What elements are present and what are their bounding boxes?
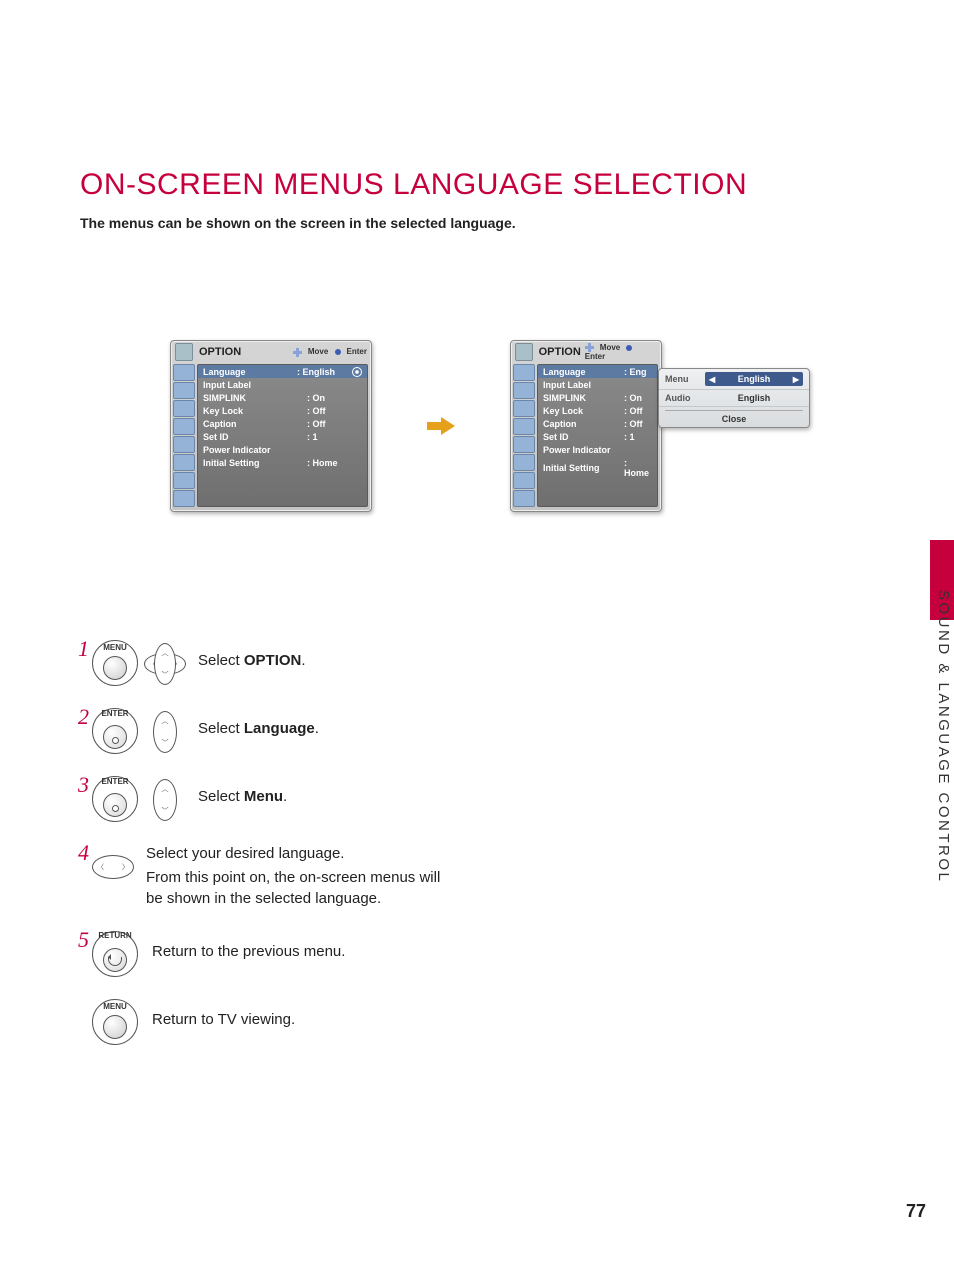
- step-text: Return to TV viewing.: [152, 999, 295, 1028]
- dpad-updown-icon: ︿﹀: [144, 709, 184, 753]
- osd-option-menu-after: OPTION Move Enter Language: Eng Input La…: [510, 340, 662, 512]
- menu-button-icon: MENU: [92, 999, 138, 1045]
- step-text: Select your desired language. From this …: [146, 844, 446, 909]
- enter-button-icon: ENTER: [92, 776, 138, 822]
- menu-button-icon: MENU: [92, 640, 138, 686]
- step-text: Return to the previous menu.: [152, 931, 345, 960]
- intro-text: The menus can be shown on the screen in …: [80, 215, 516, 231]
- submenu-value-pill[interactable]: ◀ English ▶: [705, 372, 803, 386]
- osd-hints: Move Enter: [289, 347, 367, 356]
- osd-option-menu-before: OPTION Move Enter Language: English Inpu…: [170, 340, 372, 512]
- step-4: 4 〈〉 Select your desired language. From …: [78, 844, 854, 909]
- osd-row-language[interactable]: Language: English: [198, 365, 367, 378]
- osd-row-language[interactable]: Language: Eng: [538, 365, 657, 378]
- step-1: 1 MENU 〈〉 ︿﹀ Select OPTION.: [78, 640, 854, 686]
- step-text: Select Language.: [198, 708, 319, 737]
- osd-list: Language: Eng Input Label SIMPLINK: On K…: [537, 364, 658, 507]
- step-number: 4: [78, 842, 92, 864]
- osd-title: OPTION: [199, 346, 289, 358]
- step-6: MENU Return to TV viewing.: [78, 999, 854, 1045]
- triangle-left-icon[interactable]: ◀: [709, 375, 715, 384]
- step-References: Select Menu.: [198, 776, 287, 805]
- return-button-icon: RETURN: [92, 931, 138, 977]
- osd-row-simplink[interactable]: SIMPLINK: On: [198, 391, 367, 404]
- submenu-row-menu[interactable]: Menu ◀ English ▶: [659, 369, 809, 390]
- step-number: 3: [78, 774, 92, 796]
- osd-row-initial-setting[interactable]: Initial Setting: Home: [198, 456, 367, 469]
- osd-row-keylock[interactable]: Key Lock: Off: [198, 404, 367, 417]
- radio-icon: [352, 367, 362, 377]
- osd-row-input-label[interactable]: Input Label: [198, 378, 367, 391]
- submenu-row-audio[interactable]: Audio English: [659, 390, 809, 407]
- dpad-icon: [585, 343, 594, 352]
- step-number: 5: [78, 929, 92, 951]
- osd-row-power-indicator[interactable]: Power Indicator: [198, 443, 367, 456]
- dpad-updown-icon: ︿﹀: [144, 777, 184, 821]
- osd-row-keylock[interactable]: Key Lock: Off: [538, 404, 657, 417]
- aspect-icon: [175, 343, 193, 361]
- osd-row-caption[interactable]: Caption: Off: [538, 417, 657, 430]
- step-number: 1: [78, 638, 92, 660]
- osd-row-power-indicator[interactable]: Power Indicator: [538, 443, 657, 456]
- osd-row-setid[interactable]: Set ID: 1: [198, 430, 367, 443]
- osd-row-input-label[interactable]: Input Label: [538, 378, 657, 391]
- section-side-label: SOUND & LANGUAGE CONTROL: [935, 590, 952, 910]
- osd-row-caption[interactable]: Caption: Off: [198, 417, 367, 430]
- osd-row-initial-setting[interactable]: Initial Setting: Home: [538, 456, 657, 479]
- triangle-right-icon[interactable]: ▶: [793, 375, 799, 384]
- dpad-leftright-icon: 〈〉: [92, 844, 132, 888]
- osd-category-icons: [171, 363, 195, 511]
- osd-row-simplink[interactable]: SIMPLINK: On: [538, 391, 657, 404]
- enter-dot-icon: [626, 345, 632, 351]
- submenu-close[interactable]: Close: [659, 407, 809, 427]
- dpad-icon: [293, 348, 302, 357]
- step-5: 5 RETURN Return to the previous menu.: [78, 931, 854, 977]
- dpad-full-icon: 〈〉 ︿﹀: [144, 641, 184, 685]
- page-title: ON-SCREEN MENUS LANGUAGE SELECTION: [80, 168, 747, 202]
- osd-category-icons: [511, 363, 535, 511]
- osd-hints: Move Enter: [581, 343, 657, 361]
- osd-title: OPTION: [539, 346, 581, 358]
- aspect-icon: [515, 343, 533, 361]
- step-3: 3 ENTER ︿﹀ Select Menu.: [78, 776, 854, 822]
- language-submenu: Menu ◀ English ▶ Audio English Close: [658, 368, 810, 428]
- enter-button-icon: ENTER: [92, 708, 138, 754]
- osd-list: Language: English Input Label SIMPLINK: …: [197, 364, 368, 507]
- osd-row-setid[interactable]: Set ID: 1: [538, 430, 657, 443]
- step-text: Select OPTION.: [198, 640, 306, 669]
- step-number: 2: [78, 706, 92, 728]
- page-number: 77: [906, 1201, 926, 1222]
- step-2: 2 ENTER ︿﹀ Select Language.: [78, 708, 854, 754]
- enter-dot-icon: [335, 349, 341, 355]
- arrow-right-icon: [427, 417, 455, 435]
